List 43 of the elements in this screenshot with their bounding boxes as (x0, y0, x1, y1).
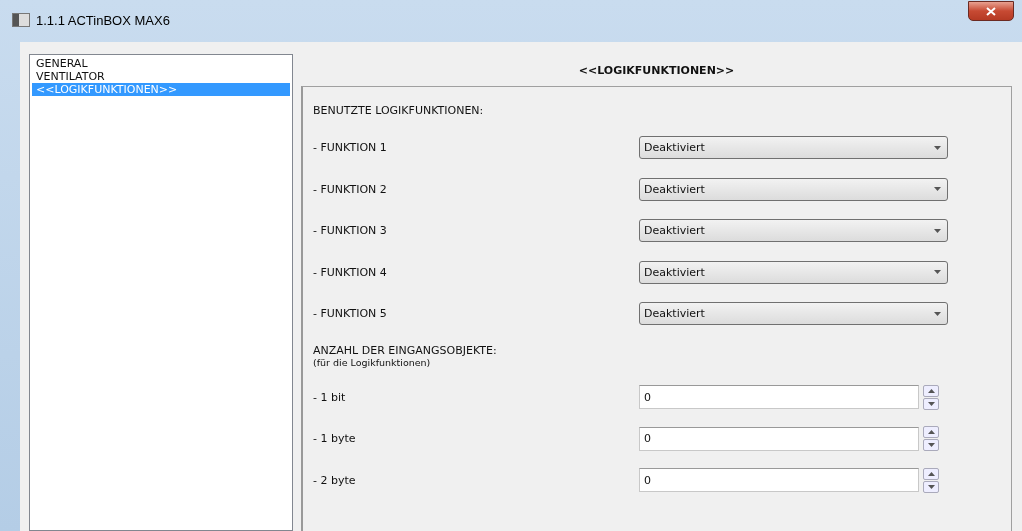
caret-icon (934, 145, 941, 150)
field-label: - FUNKTION 4 (313, 265, 388, 279)
field-label: - FUNKTION 5 (313, 307, 388, 321)
number-field[interactable]: 0 (639, 385, 919, 410)
dropdown[interactable]: Deaktiviert (639, 177, 948, 201)
field-label: - 1 bit (313, 390, 347, 404)
field-label: - 1 byte (313, 432, 357, 446)
sidebar-item[interactable]: VENTILATOR (32, 70, 290, 83)
field-label: - FUNKTION 1 (313, 141, 388, 155)
down-arrow-icon (927, 401, 935, 406)
caret-icon (934, 187, 941, 192)
dropdown[interactable]: Deaktiviert (639, 136, 948, 160)
field-label: - 2 byte (313, 473, 357, 487)
spin-up-button[interactable] (923, 467, 939, 480)
number-field[interactable]: 0 (639, 426, 919, 451)
panel-title: <<LOGIKFUNKTIONEN>> (578, 63, 735, 77)
up-arrow-icon (927, 388, 935, 393)
dropdown[interactable]: Deaktiviert (639, 219, 948, 243)
dropdown[interactable]: Deaktiviert (639, 302, 948, 326)
caret-icon (934, 270, 941, 275)
spin-up-button[interactable] (923, 426, 939, 439)
window-title: 1.1.1 ACTinBOX MAX6 (36, 12, 171, 28)
down-arrow-icon (927, 484, 935, 489)
down-arrow-icon (927, 443, 935, 448)
spin-down-button[interactable] (923, 397, 939, 410)
section-heading: ANZAHL DER EINGANGSOBJEKTE: (313, 343, 498, 357)
section-note: (für die Logikfunktionen) (313, 356, 432, 368)
up-arrow-icon (927, 471, 935, 476)
spin-down-button[interactable] (923, 480, 939, 493)
sidebar-item[interactable]: GENERAL (32, 57, 290, 70)
close-button[interactable] (968, 1, 1014, 21)
caret-icon (934, 311, 941, 316)
dropdown[interactable]: Deaktiviert (639, 260, 948, 284)
spin-down-button[interactable] (923, 439, 939, 452)
section-heading: BENUTZTE LOGIKFUNKTIONEN: (313, 103, 485, 117)
spin-up-button[interactable] (923, 384, 939, 397)
number-field[interactable]: 0 (639, 468, 919, 493)
field-label: - FUNKTION 2 (313, 182, 388, 196)
field-label: - FUNKTION 3 (313, 224, 388, 238)
close-icon (986, 6, 996, 16)
up-arrow-icon (927, 430, 935, 435)
app-icon (12, 13, 30, 27)
caret-icon (934, 228, 941, 233)
